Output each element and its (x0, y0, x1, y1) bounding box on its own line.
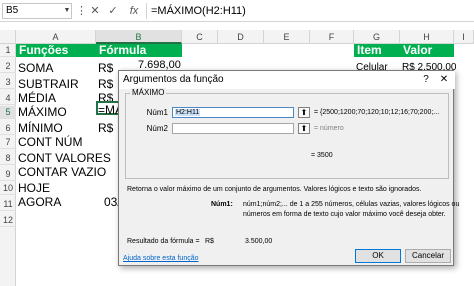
cell-h1-header[interactable]: Valor (400, 44, 454, 57)
column-header-b[interactable]: B (96, 30, 182, 44)
cell-b3[interactable]: R$ (98, 78, 113, 91)
arg1-label: Núm1 (146, 108, 168, 117)
function-name-label: MÁXIMO (130, 88, 167, 98)
row-header-4[interactable]: 4 (0, 92, 16, 105)
function-description: Retorna o valor máximo de um conjunto de… (127, 186, 422, 193)
row-header-5[interactable]: 5 (0, 106, 16, 119)
column-header-c[interactable]: C (182, 30, 218, 44)
column-header-bar: A B C D E F G H I (0, 30, 474, 44)
row-header-1[interactable]: 1 (0, 44, 16, 57)
cell-a1-header[interactable]: Funções (16, 44, 96, 57)
result-currency: R$ (205, 238, 214, 245)
arg2-collapse-icon[interactable]: ⬆ (298, 123, 310, 134)
column-header-h[interactable]: H (400, 30, 454, 44)
dialog-title-bar[interactable]: Argumentos da função ? ✕ (119, 71, 455, 89)
cell-a10[interactable]: HOJE (18, 182, 50, 195)
function-group-box: MÁXIMO Núm1 H2:H11 ⬆ = {2500;1200;70;120… (125, 88, 449, 179)
cell-a2[interactable]: SOMA (18, 62, 53, 75)
help-icon[interactable]: ? (419, 73, 433, 87)
formula-bar: B5 ▼ ⋮ ✕ ✓ fx =MÁXIMO(H2:H11) (0, 0, 474, 22)
column-header-i[interactable]: I (454, 30, 474, 44)
ok-button[interactable]: OK (355, 249, 401, 263)
function-arguments-dialog: Argumentos da função ? ✕ MÁXIMO Núm1 H2:… (118, 70, 459, 266)
cell-g2[interactable]: Celular (356, 62, 388, 70)
row-header-3[interactable]: 3 (0, 76, 16, 89)
cell-g1-header[interactable]: Item (354, 44, 400, 57)
column-header-f[interactable]: F (310, 30, 354, 44)
cancel-button[interactable]: Cancelar (405, 249, 451, 263)
help-link[interactable]: Ajuda sobre esta função (123, 254, 199, 263)
row-header-6[interactable]: 6 (0, 122, 16, 135)
arg2-label: Núm2 (146, 124, 168, 133)
row-header-2[interactable]: 2 (0, 60, 16, 73)
close-icon[interactable]: ✕ (437, 73, 451, 87)
arg2-input[interactable] (172, 123, 294, 134)
enter-icon[interactable]: ✓ (104, 3, 122, 19)
cell-b1-header[interactable]: Fórmula (96, 44, 182, 57)
row-header-10[interactable]: 10 (0, 182, 16, 195)
row-header-12[interactable]: 12 (0, 214, 16, 227)
arg2-result: = número (314, 125, 344, 132)
column-header-a[interactable]: A (16, 30, 96, 44)
result-label: Resultado da fórmula = (127, 238, 200, 245)
row-header-8[interactable]: 8 (0, 152, 16, 165)
column-header-e[interactable]: E (264, 30, 310, 44)
arg-help-line-2: números em forma de texto cujo valor máx… (243, 211, 446, 218)
column-header-g[interactable]: G (354, 30, 400, 44)
cell-a7[interactable]: CONT NÚM (18, 136, 82, 149)
cell-a9[interactable]: CONTAR VAZIO (18, 166, 106, 179)
formula-input[interactable]: =MÁXIMO(H2:H11) (146, 3, 472, 19)
result-value: 3.500,00 (245, 238, 273, 245)
cancel-icon[interactable]: ✕ (86, 3, 104, 19)
more-options-icon[interactable]: ⋮ (76, 3, 87, 19)
cell-a5[interactable]: MÁXIMO (18, 106, 67, 119)
arg-help-line-1: núm1;núm2;... de 1 a 255 números, célula… (243, 201, 460, 208)
cell-b6[interactable]: R$ (98, 122, 113, 135)
row-header-bar: 1 2 3 4 5 6 7 8 9 10 11 12 (0, 44, 16, 286)
select-all-corner[interactable] (0, 30, 16, 44)
arg1-input-value: H2:H11 (175, 109, 201, 116)
arg-help-label: Núm1: (211, 201, 233, 208)
row-header-9[interactable]: 9 (0, 168, 16, 181)
cell-a6[interactable]: MÍNIMO (18, 122, 63, 135)
cell-h2[interactable]: R$ 2.500,00 (402, 62, 457, 70)
cell-a11[interactable]: AGORA (18, 196, 61, 209)
row-header-11[interactable]: 11 (0, 198, 16, 211)
total-result: = 3500 (311, 152, 333, 159)
cell-a4[interactable]: MÉDIA (18, 92, 56, 105)
cell-a3[interactable]: SUBTRAIR (18, 78, 79, 91)
arg1-result: = {2500;1200;70;120;10;12;16;70;200;... (314, 109, 440, 116)
row-header-7[interactable]: 7 (0, 136, 16, 149)
arg1-input[interactable]: H2:H11 (172, 107, 294, 118)
insert-function-icon[interactable]: fx (124, 3, 144, 19)
cell-b2[interactable]: R$ (98, 62, 113, 75)
column-header-d[interactable]: D (218, 30, 264, 44)
name-box-dropdown-icon[interactable]: ▼ (62, 3, 72, 19)
cell-a8[interactable]: CONT VALORES (18, 152, 111, 165)
arg1-collapse-icon[interactable]: ⬆ (298, 107, 310, 118)
dialog-title: Argumentos da função (123, 74, 224, 85)
